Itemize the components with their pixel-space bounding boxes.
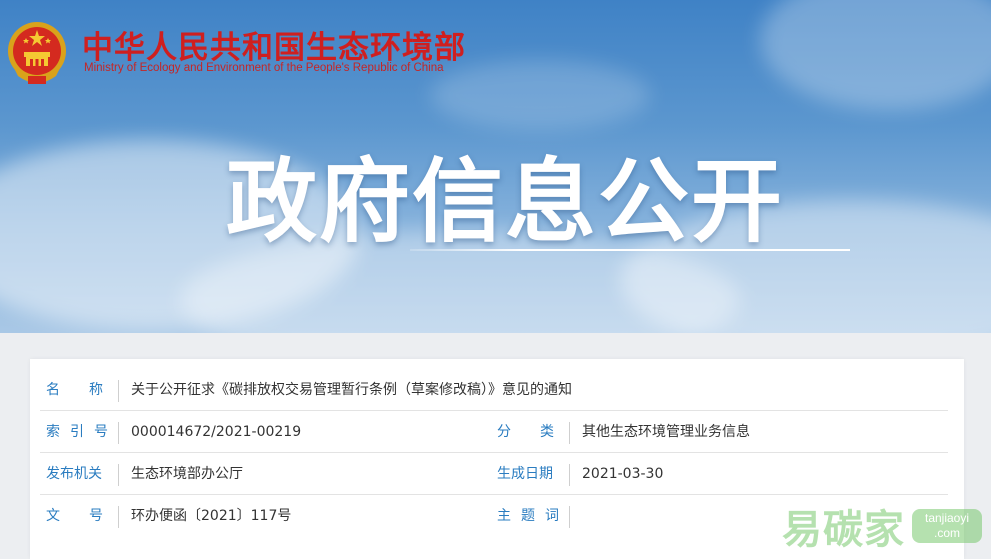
docno-value: 环办便函〔2021〕117号 xyxy=(131,508,292,524)
divider xyxy=(118,380,119,402)
table-row: 发布机关 生态环境部办公厅 生成日期 2021-03-30 xyxy=(30,453,964,495)
name-label: 名称 xyxy=(46,382,132,398)
watermark-text: 易碳家 xyxy=(782,507,905,553)
divider xyxy=(118,506,119,528)
docno-label: 文号 xyxy=(46,508,132,524)
topic-label: 主题词 xyxy=(497,508,569,524)
watermark-tld: .com xyxy=(933,526,960,540)
banner-cloud xyxy=(430,60,650,130)
issuer-value: 生态环境部办公厅 xyxy=(131,466,243,482)
site-watermark: 易碳家 tanjiaoyi .com xyxy=(776,495,986,553)
category-value: 其他生态环境管理业务信息 xyxy=(582,424,750,440)
divider xyxy=(118,464,119,486)
title-underline xyxy=(410,249,850,251)
divider xyxy=(569,506,570,528)
table-row: 索引号 000014672/2021-00219 分类 其他生态环境管理业务信息 xyxy=(30,411,964,453)
org-name-cn[interactable]: 中华人民共和国生态环境部 xyxy=(82,22,466,67)
divider xyxy=(569,422,570,444)
page-title: 政府信息公开 xyxy=(226,150,785,255)
date-label: 生成日期 xyxy=(497,466,553,482)
header-banner: 中华人民共和国生态环境部 Ministry of Ecology and Env… xyxy=(0,0,991,333)
index-value: 000014672/2021-00219 xyxy=(131,424,302,440)
category-label: 分类 xyxy=(497,424,583,440)
date-value: 2021-03-30 xyxy=(582,466,664,482)
table-row: 名称 关于公开征求《碳排放权交易管理暂行条例（草案修改稿）》意见的通知 xyxy=(30,369,964,411)
divider xyxy=(569,464,570,486)
divider xyxy=(118,422,119,444)
index-label: 索引号 xyxy=(46,424,118,440)
org-name-en[interactable]: Ministry of Ecology and Environment of t… xyxy=(84,62,444,74)
national-emblem-icon[interactable] xyxy=(6,20,68,86)
name-value: 关于公开征求《碳排放权交易管理暂行条例（草案修改稿）》意见的通知 xyxy=(131,382,572,398)
watermark-badge: tanjiaoyi .com xyxy=(912,509,982,543)
issuer-label: 发布机关 xyxy=(46,466,102,482)
watermark-domain: tanjiaoyi xyxy=(924,511,970,525)
banner-cloud xyxy=(760,0,991,110)
